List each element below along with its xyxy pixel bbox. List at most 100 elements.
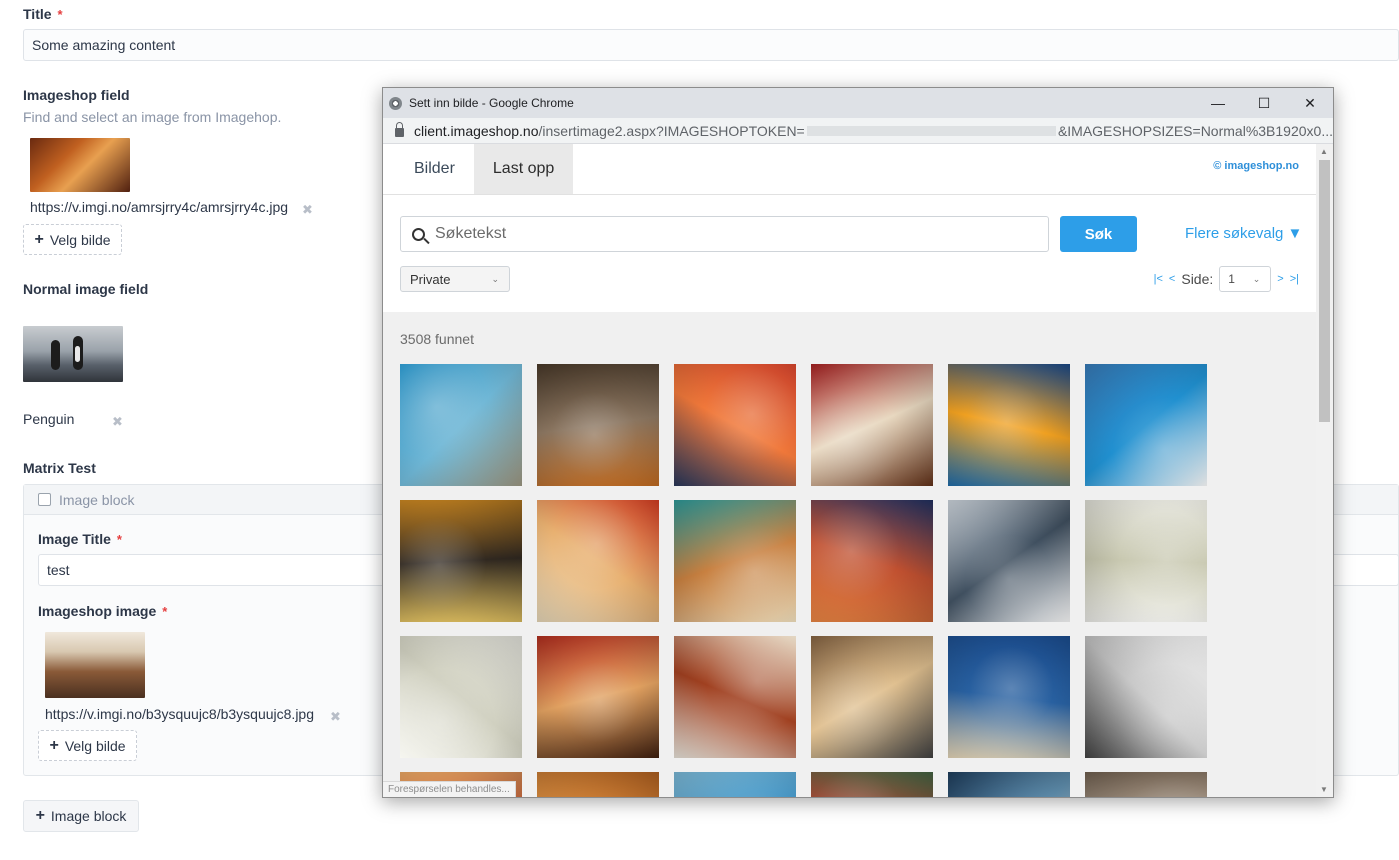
first-page-button[interactable]: |< — [1154, 273, 1163, 285]
image-tile-row4-5[interactable] — [948, 772, 1070, 797]
image-tile-shading — [674, 500, 796, 622]
filter-selected-value: Private — [410, 271, 451, 287]
image-tile-shading — [537, 772, 659, 797]
image-tile-shading — [400, 500, 522, 622]
chevron-down-icon: ⌄ — [1252, 274, 1261, 284]
window-titlebar[interactable]: Sett inn bilde - Google Chrome — ☐ ✕ — [383, 88, 1333, 118]
visibility-filter-select[interactable]: Private ⌄ — [400, 266, 510, 292]
search-box[interactable] — [400, 216, 1049, 252]
image-tile-shading — [674, 772, 796, 797]
maximize-button[interactable]: ☐ — [1241, 88, 1287, 118]
search-button[interactable]: Søk — [1060, 216, 1137, 252]
image-tile-cafe[interactable] — [811, 636, 933, 758]
image-tile-ship-pool[interactable] — [1085, 364, 1207, 486]
image-tile-shading — [537, 364, 659, 486]
image-tile-suite-red[interactable] — [537, 636, 659, 758]
search-input[interactable] — [435, 225, 1015, 243]
imageshop-field-hint: Find and select an image from Imagehop. — [23, 109, 282, 125]
imageshop-brand-link[interactable]: © imageshop.no — [1213, 160, 1299, 172]
title-label: Title * — [23, 6, 63, 22]
window-controls: — ☐ ✕ — [1195, 88, 1333, 118]
scroll-down-icon[interactable]: ▼ — [1320, 785, 1328, 794]
picker-tabs: Bilder Last opp © imageshop.no — [383, 144, 1333, 195]
image-tile-cabin-red[interactable] — [537, 500, 659, 622]
image-tile-yoga-class[interactable] — [948, 500, 1070, 622]
image-tile-bedroom[interactable] — [674, 636, 796, 758]
image-tile-route-map[interactable] — [400, 636, 522, 758]
image-tile-shading — [1085, 500, 1207, 622]
last-page-button[interactable]: >| — [1290, 273, 1299, 285]
image-tile-eagle[interactable] — [948, 636, 1070, 758]
image-tile-shading — [948, 364, 1070, 486]
results-panel: 3508 funnet — [383, 312, 1317, 797]
address-bar[interactable]: client.imageshop.no /insertimage2.aspx?I… — [383, 118, 1333, 144]
image-tile-pool-deck[interactable] — [400, 364, 522, 486]
image-tile-dining-room[interactable] — [811, 364, 933, 486]
scroll-thumb[interactable] — [1319, 160, 1330, 422]
more-search-options-link[interactable]: Flere søkevalg ▼ — [1185, 225, 1302, 242]
imageshop-field-remove-icon[interactable]: ✖ — [302, 202, 313, 218]
url-path-end: &IMAGESHOPSIZES=Normal%3B1920x0... — [1057, 122, 1333, 139]
tab-last-opp[interactable]: Last opp — [473, 144, 574, 194]
page-label: Side: — [1181, 271, 1214, 287]
chevron-down-icon: ⌄ — [491, 274, 499, 284]
penguin-remove-icon[interactable]: ✖ — [112, 414, 123, 430]
image-tile-teal-lounge[interactable] — [674, 500, 796, 622]
image-tile-lounge-bar[interactable] — [948, 364, 1070, 486]
imageshop-field-thumbnail — [30, 138, 130, 192]
penguin-thumbnail — [23, 326, 123, 382]
imageshop-image-select-button[interactable]: + Velg bilde — [38, 730, 137, 761]
url-path-start: /insertimage2.aspx?IMAGESHOPTOKEN= — [538, 122, 805, 139]
image-tile-night-lounge[interactable] — [811, 500, 933, 622]
page-select[interactable]: 1 ⌄ — [1219, 266, 1272, 292]
image-tile-row4-3[interactable] — [674, 772, 796, 797]
imageshop-image-url: https://v.imgi.no/b3ysquujc8/b3ysquujc8.… — [45, 706, 315, 722]
imageshop-image-label-text: Imageshop image — [38, 603, 157, 619]
required-marker: * — [57, 7, 63, 22]
required-marker: * — [162, 604, 168, 619]
block-header-title: Image block — [59, 491, 135, 508]
image-tile-row4-6[interactable] — [1085, 772, 1207, 797]
imageshop-field-url: https://v.imgi.no/amrsjrry4c/amrsjrry4c.… — [30, 199, 289, 215]
image-tile-shading — [1085, 636, 1207, 758]
close-button[interactable]: ✕ — [1287, 88, 1333, 118]
imageshop-popup-window: Sett inn bilde - Google Chrome — ☐ ✕ cli… — [382, 87, 1334, 798]
image-tile-shading — [674, 636, 796, 758]
minimize-button[interactable]: — — [1195, 88, 1241, 118]
scroll-up-icon[interactable]: ▲ — [1320, 147, 1328, 156]
popup-scrollbar[interactable]: ▲ ▼ — [1316, 144, 1333, 797]
window-title: Sett inn bilde - Google Chrome — [409, 96, 574, 110]
popup-content: Bilder Last opp © imageshop.no Søk Flere… — [383, 144, 1333, 797]
image-tile-world-map[interactable] — [1085, 500, 1207, 622]
imageshop-field-label: Imageshop field — [23, 87, 130, 103]
loading-status: Forespørselen behandles... — [383, 781, 516, 797]
image-tile-shading — [400, 364, 522, 486]
image-tile-europe-map[interactable] — [1085, 636, 1207, 758]
image-tile-row4-4[interactable] — [811, 772, 933, 797]
title-input[interactable]: Some amazing content — [23, 29, 1399, 61]
add-image-block-button[interactable]: + Image block — [23, 800, 139, 832]
image-tile-sunset-sea[interactable] — [674, 364, 796, 486]
image-tile-shading — [948, 772, 1070, 797]
prev-page-button[interactable]: < — [1169, 273, 1175, 285]
image-tile-shading — [948, 500, 1070, 622]
select-button-label: Velg bilde — [49, 231, 111, 248]
image-title-value: test — [47, 562, 70, 578]
tab-bilder[interactable]: Bilder — [395, 144, 474, 194]
image-tile-row4-2[interactable] — [537, 772, 659, 797]
next-page-button[interactable]: > — [1277, 273, 1283, 285]
plus-icon: + — [35, 807, 45, 824]
image-tile-atrium[interactable] — [400, 500, 522, 622]
imageshop-field-select-button[interactable]: + Velg bilde — [23, 224, 122, 255]
block-checkbox[interactable] — [38, 493, 51, 506]
image-tile-forest-worker[interactable] — [537, 364, 659, 486]
imageshop-image-remove-icon[interactable]: ✖ — [330, 709, 341, 725]
url-token-redacted — [806, 125, 1056, 136]
page-select-value: 1 — [1228, 272, 1235, 286]
imageshop-image-label: Imageshop image * — [38, 603, 167, 619]
normal-image-field-label: Normal image field — [23, 281, 149, 297]
image-title-label: Image Title * — [38, 531, 122, 547]
results-count: 3508 funnet — [400, 331, 474, 347]
matrix-test-label: Matrix Test — [23, 460, 96, 476]
required-marker: * — [116, 532, 122, 547]
